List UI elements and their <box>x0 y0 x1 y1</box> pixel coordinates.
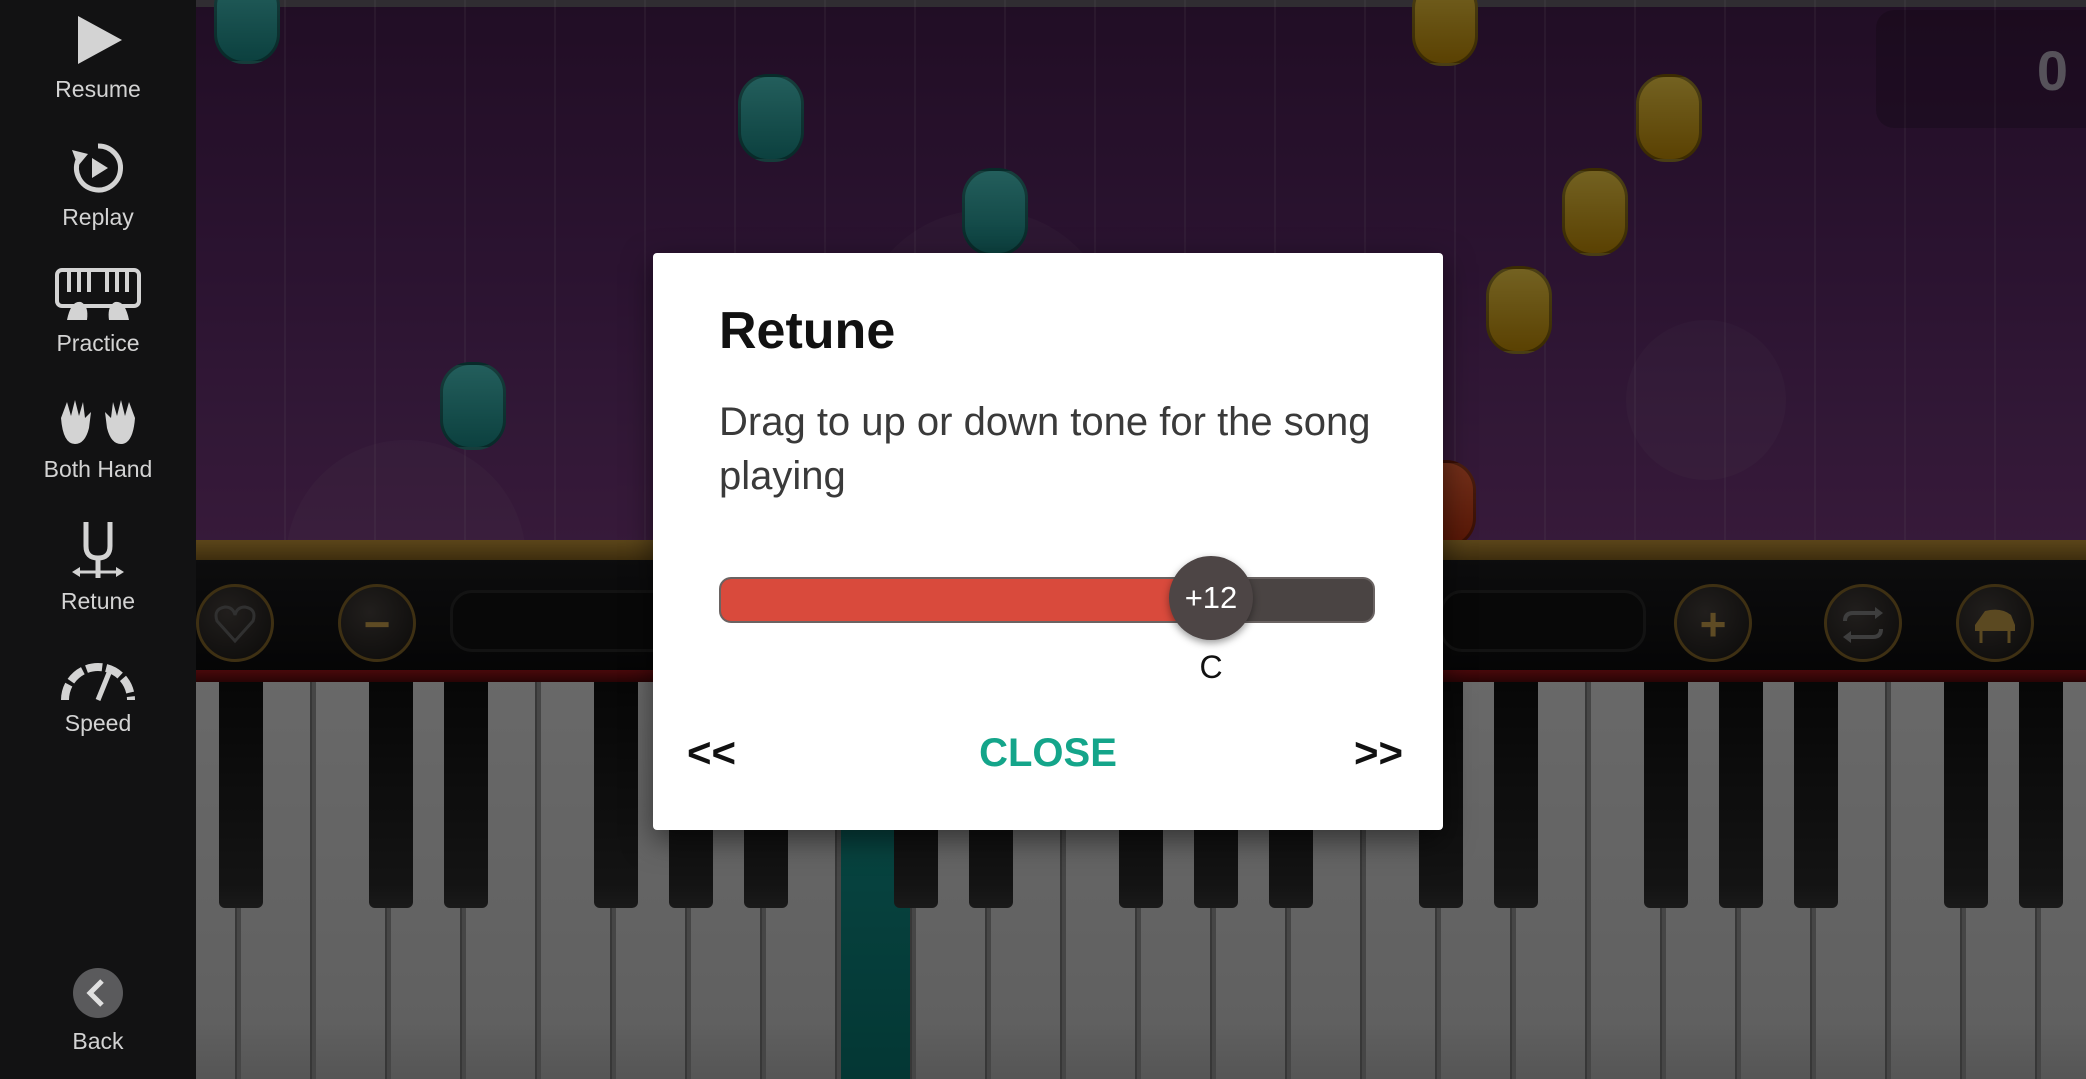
speedometer-icon <box>61 663 135 701</box>
next-tone-button[interactable]: >> <box>1354 729 1403 777</box>
close-button[interactable]: CLOSE <box>653 731 1443 776</box>
sidebar-item-label: Retune <box>60 588 136 614</box>
back-label: Back <box>72 1028 124 1054</box>
note-name-label: C <box>1199 649 1223 685</box>
dialog-message: Drag to up or down tone for the song pla… <box>719 400 1371 498</box>
dialog-title: Retune <box>719 302 896 360</box>
piano-hands-icon <box>55 268 141 320</box>
sidebar-item-retune[interactable]: Retune <box>0 520 196 615</box>
retune-slider-track[interactable] <box>719 577 1375 623</box>
back-button[interactable]: Back <box>0 966 196 1055</box>
retune-slider-thumb[interactable]: +12 <box>1169 556 1253 640</box>
play-icon <box>78 16 122 64</box>
retune-slider-fill <box>721 579 1213 621</box>
both-hands-icon <box>61 400 135 444</box>
sidebar-item-both-hand[interactable]: Both Hand <box>0 398 196 483</box>
sidebar: Resume Replay Practice Both Hand Retune … <box>0 0 196 1079</box>
tuning-fork-icon <box>72 522 124 578</box>
retune-dialog: Retune Drag to up or down tone for the s… <box>653 253 1443 830</box>
sidebar-item-speed[interactable]: Speed <box>0 656 196 737</box>
sidebar-item-resume[interactable]: Resume <box>0 12 196 103</box>
back-icon <box>73 968 123 1018</box>
sidebar-item-label: Replay <box>62 204 134 230</box>
previous-tone-button[interactable]: << <box>687 729 736 777</box>
sidebar-item-practice[interactable]: Practice <box>0 266 196 357</box>
sidebar-item-label: Resume <box>55 76 141 102</box>
sidebar-item-replay[interactable]: Replay <box>0 140 196 231</box>
sidebar-item-label: Speed <box>64 710 132 736</box>
sidebar-item-label: Practice <box>56 330 140 356</box>
replay-icon <box>72 143 123 193</box>
sidebar-item-label: Both Hand <box>43 456 153 482</box>
